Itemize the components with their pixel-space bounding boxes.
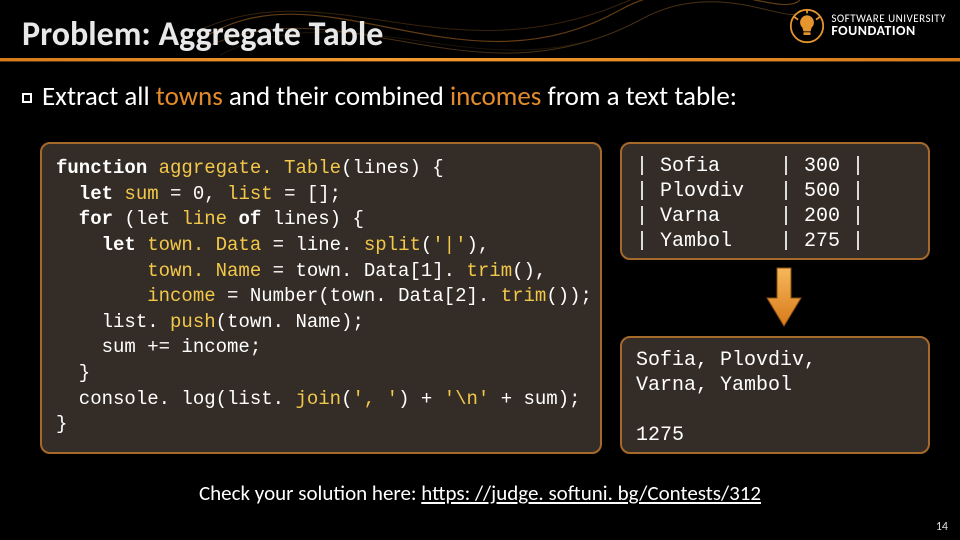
- bullet-icon: [22, 93, 32, 103]
- bullet-line: Extract all towns and their combined inc…: [22, 80, 737, 113]
- bullet-accent-1: towns: [156, 80, 223, 113]
- lightbulb-icon: [789, 8, 825, 44]
- input-row: | Yambol | 275 |: [636, 230, 864, 253]
- output-row: 1275: [636, 424, 684, 447]
- bullet-mid: and their combined: [223, 80, 450, 113]
- input-row: | Varna | 200 |: [636, 205, 864, 228]
- check-solution-line: Check your solution here: https: //judge…: [0, 480, 960, 506]
- input-row: | Sofia | 300 |: [636, 155, 864, 178]
- logo-line2: FOUNDATION: [831, 24, 946, 39]
- arrow-down-icon: [763, 266, 805, 328]
- slide-title: Problem: Aggregate Table: [22, 14, 383, 55]
- input-table: | Sofia | 300 | | Plovdiv | 500 | | Varn…: [620, 142, 930, 260]
- output-row: Sofia, Plovdiv,: [636, 349, 816, 372]
- bullet-accent-2: incomes: [450, 80, 541, 113]
- brand-logo: SOFTWARE UNIVERSITY FOUNDATION: [789, 8, 946, 44]
- title-underline: [0, 58, 960, 62]
- input-row: | Plovdiv | 500 |: [636, 180, 864, 203]
- output-block: Sofia, Plovdiv, Varna, Yambol 1275: [620, 336, 930, 454]
- output-row: Varna, Yambol: [636, 374, 792, 397]
- page-number: 14: [936, 520, 948, 534]
- code-block: function aggregate. Table(lines) { let s…: [40, 142, 602, 454]
- bullet-post: from a text table:: [541, 80, 737, 113]
- check-pre: Check your solution here:: [199, 480, 421, 506]
- judge-link[interactable]: https: //judge. softuni. bg/Contests/312: [421, 480, 761, 506]
- bullet-pre: Extract all: [42, 80, 156, 113]
